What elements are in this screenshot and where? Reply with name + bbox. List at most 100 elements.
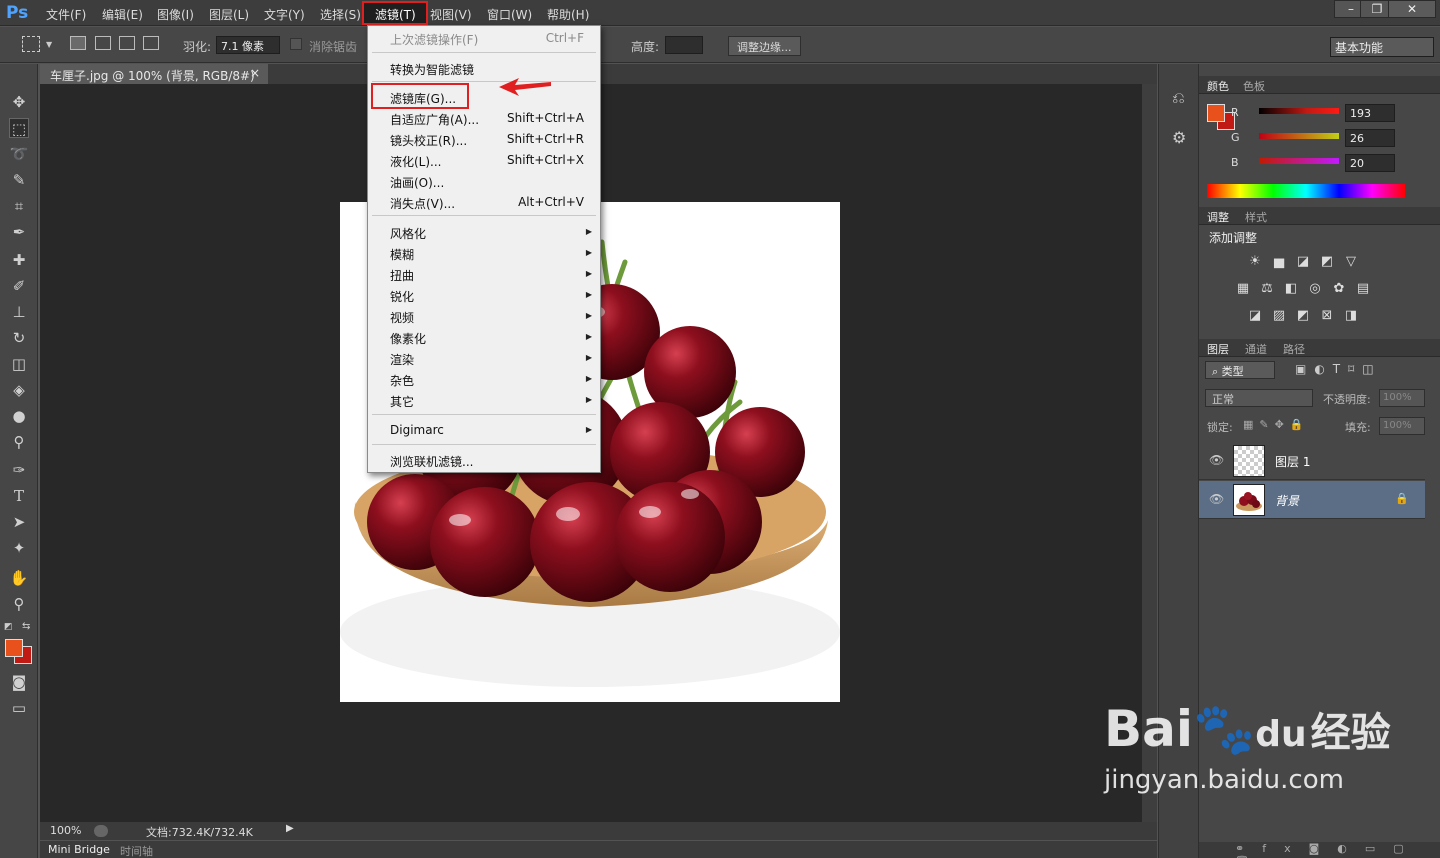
channel-mixer-icon[interactable]: ✿ (1331, 282, 1347, 296)
height-input[interactable] (665, 36, 703, 54)
tab-channels[interactable]: 通道 (1245, 341, 1267, 357)
threshold-icon[interactable]: ◩ (1295, 309, 1311, 323)
tab-timeline[interactable]: 时间轴 (120, 843, 153, 858)
brush-tool-icon[interactable]: ✐ (9, 276, 29, 296)
invert-icon[interactable]: ◪ (1247, 309, 1263, 323)
menu-liquify[interactable]: 液化(L)... (390, 153, 442, 170)
layers-footer-icons[interactable]: ⚭fx◙◐▭▢🗑 (1199, 842, 1440, 858)
menu-oil-paint[interactable]: 油画(O)... (390, 174, 444, 191)
blend-mode-select[interactable]: 正常 (1205, 389, 1313, 407)
menu-distort[interactable]: 扭曲 (390, 267, 414, 284)
quick-mask-icon[interactable]: ◙ (9, 672, 29, 692)
menu-window[interactable]: 窗口(W) (487, 6, 532, 23)
menu-help[interactable]: 帮助(H) (547, 6, 589, 23)
layer-row-background[interactable]: 👁 背景 🔒 (1199, 481, 1425, 519)
vibrance-icon[interactable]: ▽ (1343, 255, 1359, 269)
hue-saturation-icon[interactable]: ▦ (1235, 282, 1251, 296)
menu-convert-smart-filter[interactable]: 转换为智能滤镜 (390, 61, 474, 78)
close-tab-icon[interactable]: × (250, 66, 260, 80)
document-tab[interactable]: 车厘子.jpg @ 100% (背景, RGB/8#) * × (40, 64, 268, 98)
menu-select[interactable]: 选择(S) (320, 6, 361, 23)
menu-lens-correction[interactable]: 镜头校正(R)... (390, 132, 467, 149)
zoom-level[interactable]: 100% (50, 824, 81, 837)
input-b[interactable]: 20 (1345, 154, 1395, 172)
marquee-tool-icon[interactable]: ⬚ (9, 118, 29, 138)
lock-icons[interactable]: ▦✎✥🔒 (1243, 418, 1310, 431)
antialias-checkbox[interactable] (290, 38, 302, 50)
swap-colors-icon[interactable]: ⇆ (22, 621, 30, 632)
tab-mini-bridge[interactable]: Mini Bridge (48, 843, 110, 856)
subtract-selection-icon[interactable] (119, 36, 135, 50)
default-colors-icon[interactable]: ◩ (4, 622, 13, 632)
menu-edit[interactable]: 编辑(E) (102, 6, 143, 23)
menu-render[interactable]: 渲染 (390, 351, 414, 368)
menu-type[interactable]: 文字(Y) (264, 6, 305, 23)
stamp-tool-icon[interactable]: ⊥ (9, 302, 29, 322)
workspace-select[interactable]: 基本功能 (1330, 37, 1434, 57)
path-select-icon[interactable]: ➤ (9, 512, 29, 532)
eraser-tool-icon[interactable]: ◫ (9, 354, 29, 374)
menu-digimarc[interactable]: Digimarc (390, 423, 444, 437)
paint-bucket-icon[interactable]: ◈ (9, 380, 29, 400)
color-balance-icon[interactable]: ⚖ (1259, 282, 1275, 296)
tab-paths[interactable]: 路径 (1283, 341, 1305, 357)
refine-edge-button[interactable]: 调整边缘... (728, 36, 801, 56)
history-brush-icon[interactable]: ↻ (9, 328, 29, 348)
move-tool-icon[interactable]: ✥ (9, 92, 29, 112)
menu-blur[interactable]: 模糊 (390, 246, 414, 263)
tab-layers[interactable]: 图层 (1207, 341, 1229, 357)
status-menu-arrow-icon[interactable]: ▶ (286, 823, 294, 834)
menu-filter[interactable]: 滤镜(T) (375, 6, 416, 23)
eyedropper-tool-icon[interactable]: ✒ (9, 222, 29, 242)
blur-tool-icon[interactable]: ● (9, 406, 29, 426)
menu-file[interactable]: 文件(F) (46, 6, 86, 23)
new-selection-icon[interactable] (70, 36, 86, 50)
add-selection-icon[interactable] (95, 36, 111, 50)
hand-tool-icon[interactable]: ✋ (9, 568, 29, 588)
visibility-eye-icon[interactable]: 👁 (1209, 453, 1224, 467)
type-tool-icon[interactable]: T (9, 486, 29, 506)
input-r[interactable]: 193 (1345, 104, 1395, 122)
posterize-icon[interactable]: ▨ (1271, 309, 1287, 323)
color-spectrum[interactable] (1207, 184, 1405, 198)
curves-icon[interactable]: ◪ (1295, 255, 1311, 269)
healing-brush-icon[interactable]: ✚ (9, 250, 29, 270)
properties-panel-icon[interactable]: ⚙ (1172, 128, 1186, 147)
menu-filter-gallery[interactable]: 滤镜库(G)... (390, 90, 456, 107)
menu-last-filter[interactable]: 上次滤镜操作(F) (390, 31, 478, 48)
slider-r[interactable] (1259, 108, 1339, 114)
menu-pixelate[interactable]: 像素化 (390, 330, 426, 347)
menu-view[interactable]: 视图(V) (430, 6, 472, 23)
lasso-tool-icon[interactable]: ➰ (9, 144, 29, 164)
layer-filter-icons[interactable]: ▣◐T⌑◫ (1295, 362, 1382, 376)
color-lookup-icon[interactable]: ▤ (1355, 282, 1371, 296)
layer-filter-select[interactable]: ⌕ 类型 (1205, 361, 1275, 379)
visibility-eye-icon[interactable]: 👁 (1209, 492, 1224, 506)
preset-dropdown-icon[interactable]: ▼ (46, 40, 52, 49)
menu-noise[interactable]: 杂色 (390, 372, 414, 389)
slider-b[interactable] (1259, 158, 1339, 164)
menu-other[interactable]: 其它 (390, 393, 414, 410)
levels-icon[interactable]: ▅ (1271, 255, 1287, 269)
color-fg-swatch[interactable] (1207, 104, 1225, 122)
menu-browse-online-filters[interactable]: 浏览联机滤镜... (390, 453, 473, 470)
input-g[interactable]: 26 (1345, 129, 1395, 147)
menu-video[interactable]: 视频 (390, 309, 414, 326)
menu-sharpen[interactable]: 锐化 (390, 288, 414, 305)
marquee-preset-icon[interactable] (22, 36, 40, 52)
layer-row-layer1[interactable]: 👁 图层 1 (1199, 442, 1425, 480)
foreground-color-swatch[interactable] (5, 639, 23, 657)
fill-input[interactable]: 100% (1379, 417, 1425, 435)
intersect-selection-icon[interactable] (143, 36, 159, 50)
zoom-tool-icon[interactable]: ⚲ (9, 594, 29, 614)
crop-tool-icon[interactable]: ⌗ (9, 196, 29, 216)
status-icon[interactable] (94, 825, 108, 837)
exposure-icon[interactable]: ◩ (1319, 255, 1335, 269)
menu-layer[interactable]: 图层(L) (209, 6, 249, 23)
slider-g[interactable] (1259, 133, 1339, 139)
pen-tool-icon[interactable]: ✑ (9, 460, 29, 480)
menu-vanishing-point[interactable]: 消失点(V)... (390, 195, 455, 212)
menu-stylize[interactable]: 风格化 (390, 225, 426, 242)
photo-filter-icon[interactable]: ◎ (1307, 282, 1323, 296)
history-panel-icon[interactable]: ⎌ (1172, 88, 1185, 108)
